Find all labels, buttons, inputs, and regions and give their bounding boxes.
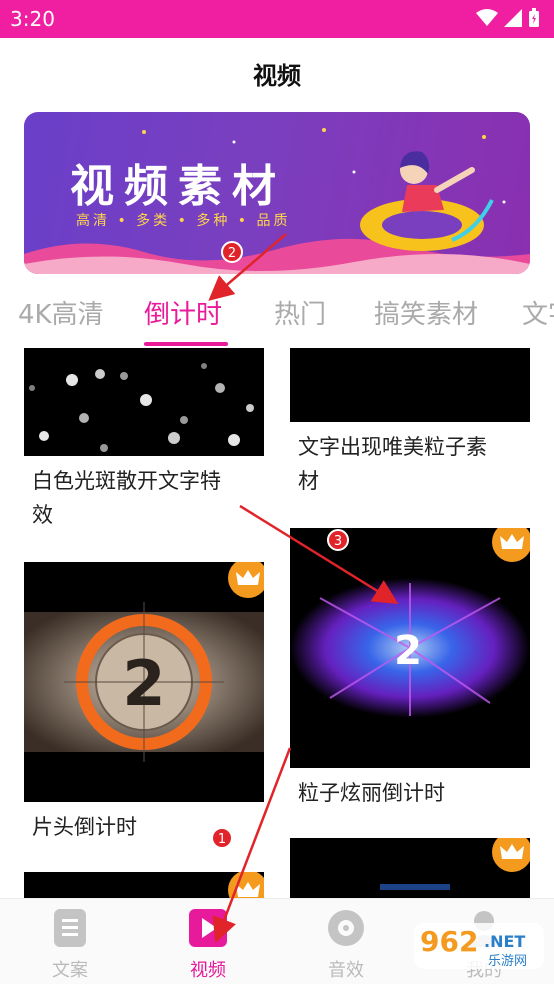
video-card[interactable]: 白色光斑散开文字特 效 bbox=[24, 348, 264, 538]
battery-icon bbox=[529, 8, 539, 27]
video-title-cont: 效 bbox=[32, 503, 53, 527]
bokeh-particles bbox=[29, 363, 254, 452]
vip-crown-icon bbox=[492, 528, 530, 562]
site-watermark: 962 .NET 乐游网 bbox=[414, 919, 548, 976]
tab-popular[interactable]: 热门 bbox=[274, 294, 326, 331]
music-disc-icon bbox=[328, 910, 364, 946]
tab-countdown[interactable]: 倒计时 bbox=[144, 294, 222, 331]
nav-label: 文案 bbox=[52, 960, 88, 981]
video-thumbnail bbox=[290, 838, 530, 898]
video-card[interactable]: 2 粒子炫丽倒计时 bbox=[290, 528, 530, 812]
tab-4k[interactable]: 4K高清 bbox=[18, 294, 104, 331]
video-thumbnail bbox=[290, 348, 530, 422]
video-thumbnail bbox=[24, 872, 264, 898]
watermark-brand: 962 bbox=[420, 925, 478, 958]
tab-indicator bbox=[144, 342, 228, 346]
video-thumbnail: 2 bbox=[290, 528, 530, 768]
wifi-icon bbox=[476, 9, 498, 26]
document-icon bbox=[54, 909, 86, 947]
status-time: 3:20 bbox=[10, 7, 55, 31]
nav-item-video[interactable]: 视频 bbox=[168, 909, 248, 982]
watermark-domain: .NET bbox=[484, 932, 525, 951]
banner-title: 视频素材 bbox=[70, 161, 286, 212]
video-title: 粒子炫丽倒计时 bbox=[298, 781, 445, 805]
page-title: 视频 bbox=[253, 62, 301, 90]
video-card[interactable] bbox=[290, 838, 530, 898]
tab-text[interactable]: 文字 bbox=[522, 294, 554, 331]
nav-label: 音效 bbox=[328, 960, 364, 981]
video-card[interactable] bbox=[24, 872, 264, 898]
video-card[interactable]: 2 片头倒计时 bbox=[24, 562, 264, 842]
video-title: 文字出现唯美粒子素 bbox=[298, 435, 487, 459]
vip-crown-icon bbox=[228, 872, 264, 898]
girl-illustration bbox=[360, 151, 494, 251]
signal-icon bbox=[504, 9, 522, 27]
nav-item-sound[interactable]: 音效 bbox=[306, 909, 386, 982]
watermark-sub: 乐游网 bbox=[488, 954, 527, 969]
video-title-cont: 材 bbox=[298, 469, 319, 493]
status-icons bbox=[476, 8, 540, 28]
particle-burst: 2 bbox=[290, 578, 530, 718]
countdown-reel: 2 bbox=[24, 602, 264, 762]
video-play-icon bbox=[189, 909, 227, 947]
countdown-number: 2 bbox=[122, 647, 165, 720]
vip-crown-icon bbox=[228, 562, 264, 598]
nav-item-copywriting[interactable]: 文案 bbox=[30, 909, 110, 982]
video-thumbnail bbox=[24, 348, 264, 456]
nav-label: 视频 bbox=[190, 960, 226, 981]
video-title: 白色光斑散开文字特 bbox=[32, 469, 221, 493]
video-title: 片头倒计时 bbox=[32, 815, 137, 839]
category-tabs: 4K高清 倒计时 热门 搞笑素材 文字 bbox=[0, 290, 554, 348]
vip-crown-icon bbox=[492, 838, 530, 872]
promo-banner[interactable]: 视频素材 高清 • 多类 • 多种 • 品质 bbox=[24, 112, 530, 274]
video-thumbnail: 2 bbox=[24, 562, 264, 802]
status-bar: 3:20 bbox=[0, 0, 554, 38]
video-card[interactable]: 文字出现唯美粒子素 材 bbox=[290, 348, 530, 504]
tab-funny[interactable]: 搞笑素材 bbox=[374, 294, 478, 331]
countdown-number: 2 bbox=[394, 628, 422, 674]
